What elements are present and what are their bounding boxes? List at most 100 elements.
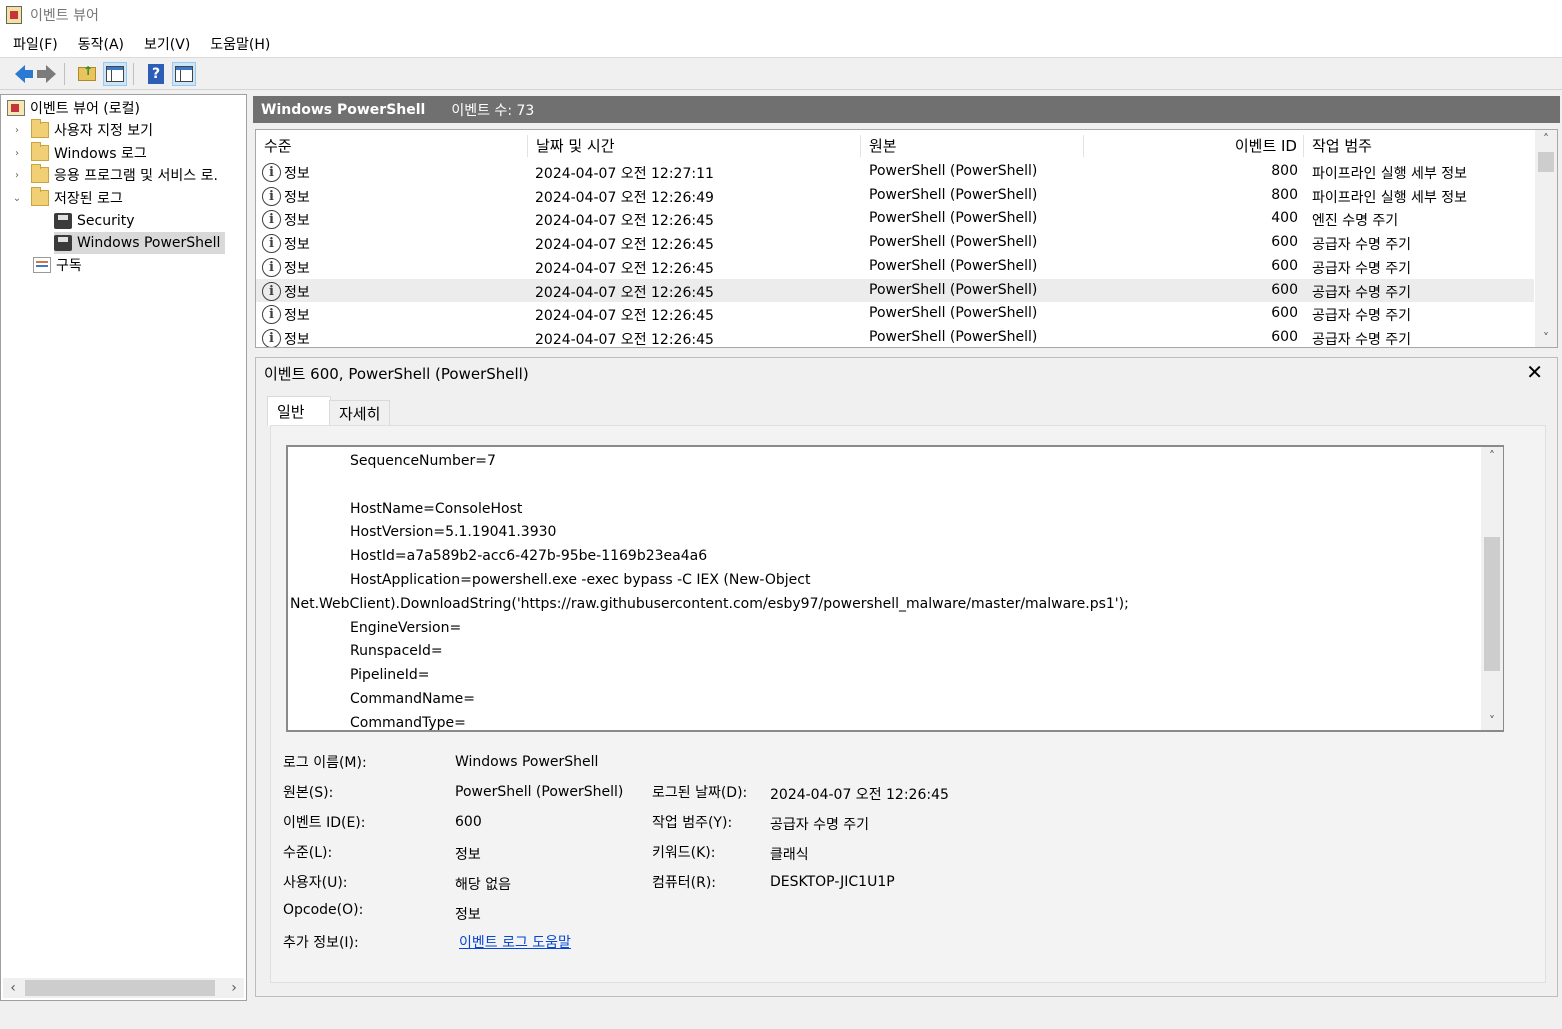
back-button[interactable] — [6, 62, 33, 86]
tree-label: 구독 — [56, 258, 82, 274]
row-category: 공급자 수명 주기 — [1312, 237, 1412, 254]
level-value: 정보 — [455, 847, 481, 863]
event-list-scrollbar[interactable]: ˄ ˅ — [1535, 130, 1557, 347]
show-hide-action-pane-button[interactable] — [172, 61, 196, 86]
chevron-right-icon[interactable]: › — [11, 148, 23, 159]
window-title: 이벤트 뷰어 — [30, 8, 99, 24]
row-source: PowerShell (PowerShell) — [869, 281, 1038, 298]
description-line: EngineVersion= — [350, 619, 462, 636]
event-row[interactable]: i 정보 2024-04-07 오전 12:26:45 PowerShell (Pow… — [256, 302, 1534, 326]
row-event-id: 600 — [1271, 257, 1298, 274]
tree-item-windows-logs[interactable]: › Windows 로그 — [11, 142, 147, 164]
column-header-datetime[interactable]: 날짜 및 시간 — [535, 135, 861, 157]
title-bar: 이벤트 뷰어 — [0, 0, 1562, 30]
row-source: PowerShell (PowerShell) — [869, 186, 1038, 203]
row-level: 정보 — [284, 331, 310, 348]
tree-item-subscriptions[interactable]: 구독 — [33, 254, 82, 276]
scroll-down-icon[interactable]: ˅ — [1535, 331, 1557, 345]
task-category-value: 공급자 수명 주기 — [770, 817, 870, 833]
keywords-value: 클래식 — [770, 847, 809, 863]
info-icon: i — [262, 328, 281, 347]
event-viewer-icon — [7, 100, 25, 116]
tab-general[interactable]: 일반 — [267, 396, 331, 426]
scrollbar-thumb[interactable] — [1538, 152, 1554, 172]
folder-icon — [31, 187, 49, 206]
source-label: 원본(S): — [283, 785, 334, 801]
saved-log-icon — [54, 213, 72, 229]
info-icon: i — [262, 281, 281, 301]
toolbar-separator — [133, 62, 134, 85]
event-row[interactable]: i 정보 2024-04-07 오전 12:26:45 PowerShell (Pow… — [256, 255, 1534, 279]
navigation-tree[interactable]: 이벤트 뷰어 (로컬) › 사용자 지정 보기 › Windows 로그 › 응… — [0, 94, 247, 1001]
tree-item-root[interactable]: 이벤트 뷰어 (로컬) — [7, 97, 140, 119]
scrollbar-thumb[interactable] — [1484, 537, 1500, 671]
row-category: 파이프라인 실행 세부 정보 — [1312, 166, 1468, 182]
menu-bar: 파일(F) 동작(A) 보기(V) 도움말(H) — [0, 30, 1562, 58]
info-icon: i — [262, 163, 281, 182]
column-header-category[interactable]: 작업 범주 — [1312, 135, 1534, 157]
tree-item-custom-views[interactable]: › 사용자 지정 보기 — [11, 119, 153, 141]
keywords-label: 키워드(K): — [652, 845, 716, 861]
scroll-up-icon[interactable]: ˄ — [1535, 132, 1557, 146]
tree-item-security[interactable]: Security — [54, 210, 135, 232]
event-list[interactable]: 수준 날짜 및 시간 원본 이벤트 ID 작업 범주 i 정보 2024-04-07… — [255, 129, 1558, 348]
action-pane-icon — [175, 65, 193, 82]
event-log-help-link[interactable]: 이벤트 로그 도움말 — [459, 932, 571, 952]
row-category: 공급자 수명 주기 — [1312, 284, 1412, 301]
chevron-right-icon[interactable]: › — [11, 170, 23, 181]
event-detail-pane: 이벤트 600, PowerShell (PowerShell) ✕ 일반 자세… — [255, 357, 1558, 997]
toolbar: ? — [0, 58, 1562, 90]
tree-horizontal-scrollbar[interactable]: ‹ › — [3, 978, 244, 998]
row-level: 정보 — [284, 166, 310, 182]
menu-help[interactable]: 도움말(H) — [210, 34, 270, 54]
tree-label: 응용 프로그램 및 서비스 로. — [54, 168, 218, 184]
tree-item-app-services[interactable]: › 응용 프로그램 및 서비스 로. — [11, 164, 218, 186]
event-row[interactable]: i 정보 2024-04-07 오전 12:26:45 PowerShell (Pow… — [256, 326, 1534, 348]
description-scrollbar[interactable]: ˄ ˅ — [1481, 447, 1503, 730]
tree-label: Windows PowerShell — [77, 235, 221, 251]
scrollbar-thumb[interactable] — [25, 980, 215, 996]
row-datetime: 2024-04-07 오전 12:26:45 — [535, 213, 714, 230]
row-event-id: 400 — [1271, 210, 1298, 227]
event-row[interactable]: i 정보 2024-04-07 오전 12:26:45 PowerShell (Pow… — [256, 231, 1534, 255]
row-event-id: 600 — [1271, 234, 1298, 251]
chevron-down-icon[interactable]: ⌄ — [11, 193, 23, 204]
show-hide-tree-button[interactable] — [103, 61, 127, 86]
menu-view[interactable]: 보기(V) — [144, 34, 190, 54]
row-datetime: 2024-04-07 오전 12:26:45 — [535, 237, 714, 254]
scroll-right-icon[interactable]: › — [224, 980, 244, 996]
event-description-text[interactable]: SequenceNumber=7 HostName=ConsoleHost Host… — [286, 445, 1504, 732]
tab-details[interactable]: 자세히 — [329, 400, 391, 426]
up-one-level-button[interactable] — [75, 62, 99, 86]
row-datetime: 2024-04-07 오전 12:26:45 — [535, 260, 714, 277]
column-header-source[interactable]: 원본 — [869, 135, 1084, 157]
chevron-right-icon[interactable]: › — [11, 125, 23, 136]
scroll-up-icon[interactable]: ˄ — [1481, 449, 1503, 463]
scroll-left-icon[interactable]: ‹ — [3, 980, 23, 996]
help-button[interactable]: ? — [144, 62, 168, 86]
event-row[interactable]: i 정보 2024-04-07 오전 12:26:49 PowerShell (Pow… — [256, 184, 1534, 208]
row-level: 정보 — [284, 308, 310, 325]
row-source: PowerShell (PowerShell) — [869, 210, 1038, 227]
event-row[interactable]: i 정보 2024-04-07 오전 12:26:45 PowerShell (Pow… — [256, 207, 1534, 231]
event-row[interactable]: i 정보 2024-04-07 오전 12:27:11 PowerShell (Pow… — [256, 160, 1534, 184]
log-header: Windows PowerShell 이벤트 수: 73 — [253, 96, 1560, 123]
column-header-level[interactable]: 수준 — [264, 135, 528, 157]
row-event-id: 800 — [1271, 163, 1298, 179]
scroll-down-icon[interactable]: ˅ — [1481, 714, 1503, 728]
more-info-label: 추가 정보(I): — [283, 935, 359, 951]
subscription-icon — [33, 257, 51, 273]
folder-icon — [31, 164, 49, 183]
computer-value: DESKTOP-JIC1U1P — [770, 874, 895, 890]
menu-action[interactable]: 동작(A) — [78, 34, 124, 54]
tree-item-windows-powershell[interactable]: Windows PowerShell — [54, 232, 226, 254]
description-line: HostApplication=powershell.exe -exec byp… — [350, 572, 811, 588]
close-icon[interactable]: ✕ — [1526, 360, 1543, 384]
column-header-event-id[interactable]: 이벤트 ID — [1086, 135, 1304, 157]
menu-file[interactable]: 파일(F) — [13, 34, 58, 54]
forward-button[interactable] — [34, 62, 58, 86]
tree-item-saved-logs[interactable]: ⌄ 저장된 로그 — [11, 187, 123, 209]
folder-up-icon — [78, 64, 96, 81]
row-category: 공급자 수명 주기 — [1312, 331, 1412, 348]
event-row[interactable]: i 정보 2024-04-07 오전 12:26:45 PowerShell (Pow… — [256, 278, 1534, 303]
